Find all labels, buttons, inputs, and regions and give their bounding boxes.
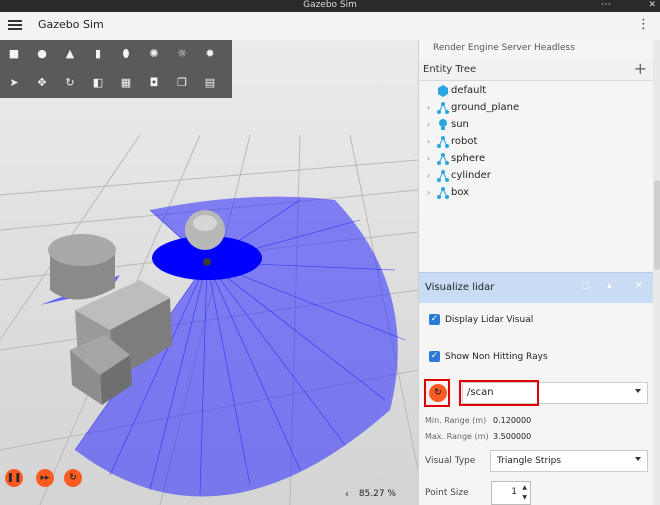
visualize-lidar-header: Visualize lidar ▢ ▴ ✕ [419,272,653,303]
step-forward-button[interactable]: ▸▸ [36,469,54,487]
grid-icon[interactable]: ▦ [117,74,135,92]
add-entity-icon[interactable]: + [634,59,647,78]
visual-type-value: Triangle Strips [497,456,562,466]
sphere-icon[interactable]: ● [33,45,51,63]
hamburger-menu-icon[interactable] [8,18,22,32]
dropdown-arrow-icon [635,389,641,393]
dropdown-arrow-icon [635,457,641,461]
expand-arrow-icon[interactable]: › [427,154,430,163]
plugin-close-icon[interactable]: ✕ [635,281,643,291]
model-icon [437,102,449,114]
plugin-collapse-icon[interactable]: ▴ [607,281,612,291]
visual-type-label: Visual Type [425,456,476,466]
refresh-topics-button[interactable]: ↻ [429,384,447,402]
point-size-label: Point Size [425,488,469,498]
visual-type-select[interactable]: Triangle Strips [490,450,648,472]
cone-icon[interactable]: ▲ [61,45,79,63]
directional-light-icon[interactable]: ☼ [173,45,191,63]
window-close-icon[interactable]: ✕ [648,0,656,10]
rotate-icon[interactable]: ↻ [61,74,79,92]
tree-item-sun[interactable]: › sun [427,117,649,134]
min-range-label: Min. Range (m) [425,416,487,425]
point-size-spinbox[interactable]: 1 ▲ ▼ [491,481,531,505]
real-time-factor: 85.27 % [358,489,396,499]
tree-item-cylinder[interactable]: › cylinder [427,168,649,185]
window-options-icon[interactable]: ⋯ [601,0,612,10]
world-icon [438,85,448,97]
show-non-hitting-label: Show Non Hitting Rays [445,352,548,362]
expand-arrow-icon[interactable]: › [427,171,430,180]
snap-icon[interactable]: ◧ [89,74,107,92]
spin-down-icon[interactable]: ▼ [522,494,527,501]
expand-arrow-icon[interactable]: › [427,137,430,146]
tree-item-ground-plane[interactable]: › ground_plane [427,100,649,117]
capsule-icon[interactable]: ⬮ [117,45,135,63]
scene-viewport[interactable] [0,40,418,505]
expand-arrow-icon[interactable]: › [427,103,430,112]
entity-tree-title: Entity Tree [423,64,477,75]
paste-icon[interactable]: ▤ [201,74,219,92]
topic-highlight [459,380,539,406]
render-engine-label: Render Engine Server Headless [433,43,575,53]
window-title: Gazebo Sim [303,0,357,10]
more-options-icon[interactable]: ⋮ [637,17,650,32]
max-range-value: 3.500000 [493,432,532,441]
app-title: Gazebo Sim [38,18,104,31]
tree-item-robot[interactable]: › robot [427,134,649,151]
box-icon[interactable]: ■ [5,45,23,63]
spot-light-icon[interactable]: ✹ [201,45,219,63]
visualize-lidar-title: Visualize lidar [425,282,495,293]
point-light-icon[interactable]: ✺ [145,45,163,63]
select-icon[interactable]: ➤ [5,74,23,92]
show-non-hitting-checkbox[interactable]: ✓ [429,351,440,362]
model-icon [437,153,449,165]
scene-render [0,134,418,505]
expand-arrow-icon[interactable]: › [427,120,430,129]
copy-icon[interactable]: ❐ [173,74,191,92]
expand-arrow-icon[interactable]: › [427,188,430,197]
point-size-value: 1 [511,487,517,497]
tree-item-default[interactable]: default [427,83,649,100]
pause-button[interactable]: ❚❚ [5,469,23,487]
panel-scrollbar[interactable] [653,40,660,505]
display-lidar-label: Display Lidar Visual [445,315,534,325]
app-bar: Gazebo Sim ⋮ [0,12,660,41]
playback-bar: ❚❚ ▸▸ ↻ ‹ 85.27 % [0,463,418,505]
scene-toolbar: ■ ● ▲ ▮ ⬮ ✺ ☼ ✹ ➤ ✥ ↻ ◧ ▦ ◘ ❐ ▤ [0,40,232,98]
translate-icon[interactable]: ✥ [33,74,51,92]
tree-item-sphere[interactable]: › sphere [427,151,649,168]
model-icon [437,136,449,148]
tree-item-box[interactable]: › box [427,185,649,202]
cylinder-model[interactable] [48,234,116,300]
model-icon [437,187,449,199]
right-panel: Render Engine Server Headless Entity Tre… [418,40,660,505]
min-range-value: 0.120000 [493,416,532,425]
display-lidar-checkbox[interactable]: ✓ [429,314,440,325]
light-bulb-icon [439,119,447,130]
entity-tree-header: Entity Tree + [419,59,653,81]
refresh-highlight: ↻ [424,379,450,407]
scrollbar-thumb[interactable] [654,180,660,270]
max-range-label: Max. Range (m) [425,432,489,441]
chevron-left-icon[interactable]: ‹ [345,489,349,500]
camera-icon[interactable]: ◘ [145,74,163,92]
reset-button[interactable]: ↻ [64,469,82,487]
spin-up-icon[interactable]: ▲ [522,484,527,491]
window-titlebar: Gazebo Sim ⋯ ✕ [0,0,660,12]
model-icon [437,170,449,182]
cylinder-icon[interactable]: ▮ [89,45,107,63]
plugin-settings-icon[interactable]: ▢ [581,281,590,291]
